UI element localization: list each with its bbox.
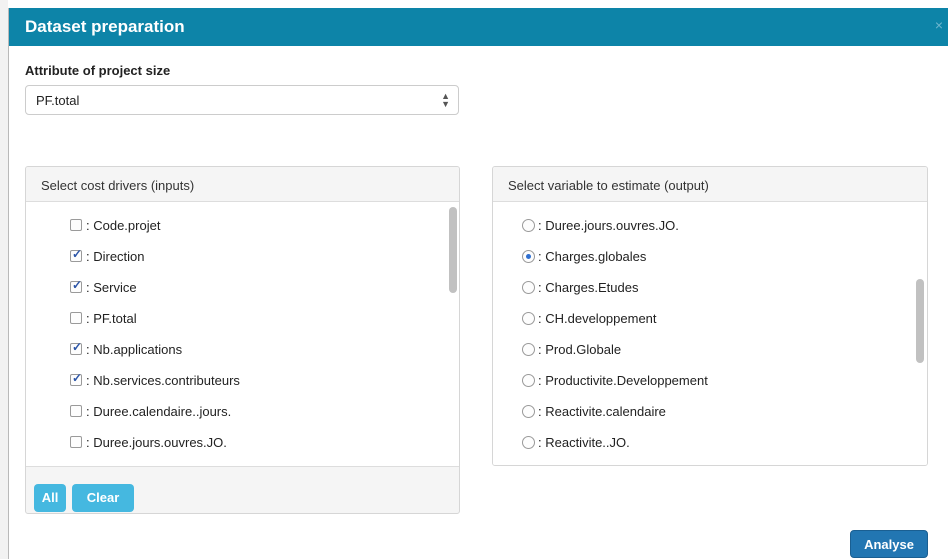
- cost-drivers-list[interactable]: : Code.projet ✓ : Direction ✓ : Service …: [26, 202, 459, 467]
- item-label: : Reactivite.calendaire: [538, 404, 666, 419]
- output-variable-heading: Select variable to estimate (output): [493, 167, 927, 202]
- item-label: : Prod.Globale: [538, 342, 622, 357]
- output-variable-heading-text: Select variable to estimate (output): [508, 178, 709, 193]
- radio-button[interactable]: [522, 219, 535, 232]
- checkmark-icon: ✓: [72, 340, 83, 354]
- item-label: : Productivite.Developpement: [538, 373, 708, 388]
- output-variable-scrollbar[interactable]: [916, 279, 924, 363]
- radio-button[interactable]: [522, 374, 535, 387]
- item-label: : Reactivite..JO.: [538, 435, 630, 450]
- select-all-button[interactable]: All: [34, 484, 66, 512]
- checkbox[interactable]: ✓: [70, 340, 83, 355]
- radio-button[interactable]: [522, 405, 535, 418]
- checkbox[interactable]: ✓: [70, 371, 83, 386]
- project-size-select[interactable]: PF.total ▲ ▼: [25, 85, 459, 115]
- close-icon[interactable]: ×: [935, 17, 943, 33]
- analyse-button[interactable]: Analyse: [850, 530, 928, 558]
- item-label: : Nb.services.contributeurs: [86, 373, 240, 388]
- radio-button[interactable]: [522, 281, 535, 294]
- item-label: : Charges.Etudes: [538, 280, 639, 295]
- project-size-selected-value: PF.total: [36, 93, 80, 108]
- output-variable-panel: Select variable to estimate (output) : D…: [492, 166, 928, 466]
- checkmark-icon: ✓: [72, 371, 83, 385]
- radio-button[interactable]: [522, 436, 535, 449]
- checkbox[interactable]: [70, 219, 82, 231]
- checkbox[interactable]: [70, 436, 82, 448]
- item-label: : Nb.applications: [86, 342, 183, 357]
- dialog-title: Dataset preparation: [25, 17, 185, 36]
- checkbox[interactable]: ✓: [70, 278, 83, 293]
- checkmark-icon: ✓: [72, 278, 83, 292]
- select-arrows-icon: ▲ ▼: [441, 91, 450, 109]
- item-label: : Duree.calendaire..jours.: [86, 404, 232, 419]
- radio-button[interactable]: [522, 312, 535, 325]
- item-label: : Charges.globales: [538, 249, 647, 264]
- item-label: : PF.total: [86, 311, 137, 326]
- item-label: : Service: [86, 280, 137, 295]
- dialog-header: Dataset preparation ×: [9, 8, 948, 46]
- item-label: : Duree.jours.ouvres.JO.: [538, 218, 679, 233]
- item-label: : Direction: [86, 249, 145, 264]
- clear-button[interactable]: Clear: [72, 484, 134, 512]
- item-label: : Code.projet: [86, 218, 161, 233]
- checkmark-icon: ✓: [72, 247, 83, 261]
- checkbox[interactable]: ✓: [70, 247, 83, 262]
- cost-drivers-heading: Select cost drivers (inputs): [26, 167, 459, 202]
- checkbox[interactable]: [70, 405, 82, 417]
- item-label: : Duree.jours.ouvres.JO.: [86, 435, 227, 450]
- checkbox[interactable]: [70, 312, 82, 324]
- cost-drivers-heading-text: Select cost drivers (inputs): [41, 178, 195, 193]
- output-variable-list[interactable]: : Duree.jours.ouvres.JO. : Charges.globa…: [493, 202, 927, 465]
- cost-drivers-panel: Select cost drivers (inputs) : Code.proj…: [25, 166, 460, 514]
- radio-button[interactable]: [522, 343, 535, 356]
- item-label: : CH.developpement: [538, 311, 657, 326]
- radio-button[interactable]: [522, 250, 535, 263]
- cost-drivers-scrollbar[interactable]: [449, 207, 457, 293]
- dataset-preparation-dialog: Dataset preparation × Attribute of proje…: [8, 8, 948, 559]
- project-size-label: Attribute of project size: [25, 63, 171, 78]
- window-edge: [0, 0, 8, 559]
- radio-selected-dot: [526, 254, 531, 259]
